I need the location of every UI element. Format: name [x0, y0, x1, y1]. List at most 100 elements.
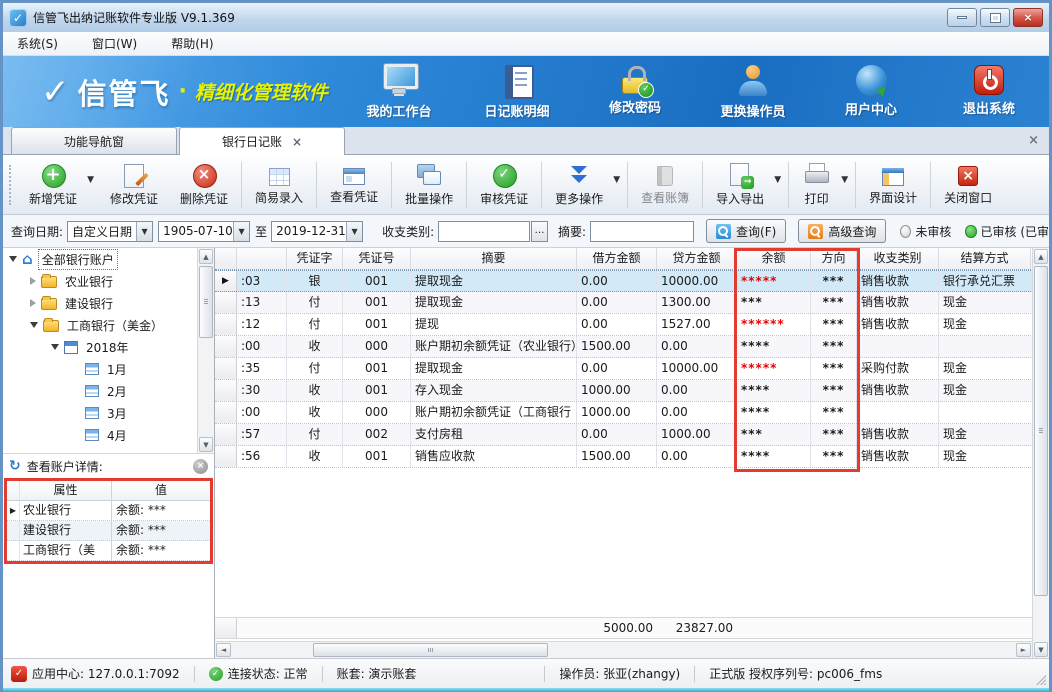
grid-row[interactable]: :56收001销售应收款1500.000.00*******销售收款现金 [215, 446, 1049, 468]
tree-item[interactable]: 全部银行账户 [3, 248, 214, 270]
tree-item[interactable]: 3月 [3, 402, 214, 424]
query-button[interactable]: 查询(F) [706, 219, 786, 243]
tab-1[interactable]: 银行日记账× [179, 127, 345, 155]
dropdown-caret-icon[interactable]: ▼ [613, 175, 620, 185]
banner-action-change-password[interactable]: 修改密码 [593, 64, 677, 120]
tree-item[interactable]: 建设银行 [3, 292, 214, 314]
menu-window[interactable]: 窗口(W) [88, 33, 141, 54]
column-header-word[interactable]: 凭证字 [287, 248, 343, 269]
category-picker-button[interactable]: … [531, 221, 548, 242]
print-button[interactable]: ▼打印 [791, 160, 853, 209]
scroll-down-icon[interactable]: ▼ [1034, 642, 1048, 657]
banner-action-user-center[interactable]: 用户中心 [829, 64, 913, 120]
easy-entry-button[interactable]: 简易录入 [244, 162, 314, 208]
tree-item[interactable]: 4月 [3, 424, 214, 446]
date-mode-select[interactable]: 自定义日期▼ [67, 221, 153, 242]
hscroll-thumb[interactable] [313, 643, 548, 657]
expander-icon[interactable] [30, 322, 38, 328]
tree-item[interactable]: 1月 [3, 358, 214, 380]
expander-spacer [72, 413, 80, 414]
scroll-down-icon[interactable]: ▼ [199, 437, 213, 452]
resize-grip[interactable] [1036, 675, 1046, 685]
expander-icon[interactable] [30, 277, 36, 285]
column-header-value[interactable]: 值 [112, 481, 210, 500]
column-header-category[interactable]: 收支类别 [857, 248, 939, 269]
close-window-button[interactable]: 关闭窗口 [933, 161, 1003, 208]
view-voucher-button[interactable]: 查看凭证 [319, 162, 389, 207]
delete-voucher-button[interactable]: 删除凭证 [169, 160, 239, 209]
date-from-select[interactable]: 1905-07-10▼ [158, 221, 250, 242]
banner-action-journal-detail[interactable]: 日记账明细 [475, 64, 559, 120]
dropdown-caret-icon[interactable]: ▼ [87, 175, 94, 185]
column-header-settle[interactable]: 结算方式 [939, 248, 1031, 269]
column-header-balance[interactable]: 余额 [737, 248, 811, 269]
expander-icon[interactable] [51, 344, 59, 350]
column-header-prop[interactable]: 属性 [20, 481, 112, 500]
account-row[interactable]: 工商银行（美余额: *** [7, 541, 210, 561]
totals-category [857, 618, 939, 638]
grid-row[interactable]: :12付001提现0.001527.00*********销售收款现金 [215, 314, 1049, 336]
ui-design-button[interactable]: 界面设计 [858, 162, 928, 208]
tree-item[interactable]: 2月 [3, 380, 214, 402]
expander-icon[interactable] [30, 299, 36, 307]
grid-row[interactable]: :00收000账户期初余额凭证（工商银行（美金））1000.000.00****… [215, 402, 1049, 424]
tab-0[interactable]: 功能导航窗 [11, 127, 177, 154]
close-button[interactable]: × [1013, 8, 1043, 27]
dropdown-caret-icon[interactable]: ▼ [841, 175, 848, 185]
grid-row[interactable]: :00收000账户期初余额凭证（农业银行）1500.000.00******* [215, 336, 1049, 358]
column-header-time[interactable] [237, 248, 287, 269]
summary-input[interactable] [590, 221, 694, 242]
expander-icon[interactable] [9, 256, 17, 262]
row-pointer-icon [7, 521, 20, 540]
banner-action-exit-system[interactable]: 退出系统 [947, 64, 1031, 120]
scroll-left-icon[interactable]: ◄ [216, 643, 231, 657]
tree-item[interactable]: 工商银行（美金） [3, 314, 214, 336]
grid-row[interactable]: :57付002支付房租0.001000.00******销售收款现金 [215, 424, 1049, 446]
refresh-icon[interactable]: ↻ [9, 458, 21, 474]
menu-help[interactable]: 帮助(H) [167, 33, 217, 54]
import-export-button[interactable]: ▼导入导出 [705, 160, 786, 209]
tree-item[interactable]: 2018年 [3, 336, 214, 358]
tree-scroll-thumb[interactable] [199, 266, 213, 338]
banner-action-switch-operator[interactable]: 更换操作员 [711, 64, 795, 120]
grid-row[interactable]: :30收001存入现金1000.000.00*******销售收款现金 [215, 380, 1049, 402]
banner-action-workstation[interactable]: 我的工作台 [357, 64, 441, 120]
new-voucher-button[interactable]: ▼新增凭证 [18, 160, 99, 209]
strip-close-icon[interactable]: × [1028, 133, 1039, 148]
horizontal-scrollbar[interactable]: ◄ ► [215, 641, 1032, 658]
vertical-scrollbar[interactable]: ▲ ▼ [1032, 248, 1049, 658]
scroll-up-icon[interactable]: ▲ [1034, 249, 1048, 264]
tree-scrollbar[interactable]: ▲ ▼ [197, 248, 214, 453]
tab-close-icon[interactable]: × [292, 135, 302, 149]
dropdown-caret-icon[interactable]: ▼ [774, 175, 781, 185]
tree-item[interactable]: 农业银行 [3, 270, 214, 292]
account-row[interactable]: 建设银行余额: *** [7, 521, 210, 541]
grid-row[interactable]: :13付001提取现金0.001300.00******销售收款现金 [215, 292, 1049, 314]
account-row[interactable]: ▶农业银行余额: *** [7, 501, 210, 521]
batch-operation-button[interactable]: 批量操作 [394, 160, 464, 209]
vscroll-thumb[interactable] [1034, 266, 1048, 596]
advanced-query-button[interactable]: 高级查询 [798, 219, 886, 243]
column-header-summary[interactable]: 摘要 [411, 248, 577, 269]
grid-row[interactable]: :35付001提取现金0.0010000.00********采购付款现金 [215, 358, 1049, 380]
column-header-no[interactable]: 凭证号 [343, 248, 411, 269]
menu-system[interactable]: 系统(S) [13, 33, 62, 54]
more-actions-button[interactable]: ▼更多操作 [544, 160, 625, 209]
column-header-debit[interactable]: 借方金额 [577, 248, 657, 269]
column-header-direction[interactable]: 方向 [811, 248, 857, 269]
panel-close-icon[interactable]: × [193, 459, 208, 474]
account-book-button: 查看账簿 [630, 161, 700, 208]
minimize-button[interactable] [947, 8, 977, 27]
scroll-right-icon[interactable]: ► [1016, 643, 1031, 657]
tree-item-label: 1月 [104, 360, 130, 379]
audited-radio-icon[interactable] [965, 225, 976, 238]
scroll-up-icon[interactable]: ▲ [199, 249, 213, 264]
grid-row[interactable]: ▶:03银001提取现金0.0010000.00********销售收款银行承兑… [215, 270, 1049, 292]
category-input[interactable] [438, 221, 530, 242]
restore-button[interactable] [980, 8, 1010, 27]
audit-voucher-button[interactable]: 审核凭证 [469, 160, 539, 209]
date-to-select[interactable]: 2019-12-31▼ [271, 221, 363, 242]
unaudited-radio-icon[interactable] [900, 225, 911, 238]
edit-voucher-button[interactable]: 修改凭证 [99, 160, 169, 209]
column-header-credit[interactable]: 贷方金额 [657, 248, 737, 269]
